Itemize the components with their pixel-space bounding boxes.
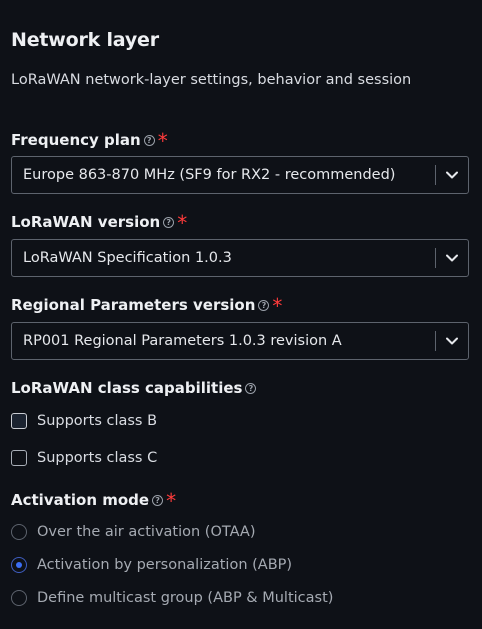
class-capabilities-label-text: LoRaWAN class capabilities [11, 379, 243, 397]
class-b-checkbox-row[interactable]: Supports class B [11, 413, 157, 429]
frequency-plan-label-text: Frequency plan [11, 131, 141, 149]
required-asterisk: * [166, 489, 177, 513]
frequency-plan-value: Europe 863-870 MHz (SF9 for RX2 - recomm… [23, 167, 396, 183]
multicast-label: Define multicast group (ABP & Multicast) [37, 590, 334, 606]
multicast-radio[interactable] [11, 590, 27, 606]
required-asterisk: * [272, 294, 283, 318]
chevron-down-icon[interactable] [436, 322, 468, 360]
help-icon[interactable]: ? [258, 299, 270, 311]
regional-params-select[interactable]: RP001 Regional Parameters 1.0.3 revision… [11, 322, 469, 360]
help-icon[interactable]: ? [245, 382, 257, 394]
class-b-checkbox[interactable] [11, 413, 27, 429]
lorawan-version-value: LoRaWAN Specification 1.0.3 [23, 250, 232, 266]
lorawan-version-label-text: LoRaWAN version [11, 213, 161, 231]
required-asterisk: * [177, 211, 188, 235]
abp-radio-row[interactable]: Activation by personalization (ABP) [11, 557, 292, 573]
class-c-label: Supports class C [37, 450, 158, 466]
frequency-plan-label: Frequency plan ? * [11, 129, 168, 153]
regional-params-value: RP001 Regional Parameters 1.0.3 revision… [23, 333, 342, 349]
abp-label: Activation by personalization (ABP) [37, 557, 293, 573]
regional-params-label: Regional Parameters version ? * [11, 294, 283, 318]
chevron-down-icon[interactable] [436, 239, 468, 277]
section-description: LoRaWAN network-layer settings, behavior… [11, 72, 412, 88]
help-icon[interactable]: ? [152, 494, 164, 506]
section-title: Network layer [11, 29, 159, 51]
otaa-label: Over the air activation (OTAA) [37, 524, 256, 540]
class-c-checkbox[interactable] [11, 450, 27, 466]
activation-mode-label-text: Activation mode [11, 491, 150, 509]
lorawan-version-select[interactable]: LoRaWAN Specification 1.0.3 [11, 239, 469, 277]
regional-params-label-text: Regional Parameters version [11, 296, 256, 314]
help-icon[interactable]: ? [143, 134, 155, 146]
class-c-checkbox-row[interactable]: Supports class C [11, 450, 157, 466]
chevron-down-icon[interactable] [436, 156, 468, 194]
multicast-radio-row[interactable]: Define multicast group (ABP & Multicast) [11, 590, 333, 606]
activation-mode-label: Activation mode ? * [11, 489, 177, 513]
class-b-label: Supports class B [37, 413, 158, 429]
help-icon[interactable]: ? [163, 216, 175, 228]
frequency-plan-select[interactable]: Europe 863-870 MHz (SF9 for RX2 - recomm… [11, 156, 469, 194]
lorawan-version-label: LoRaWAN version ? * [11, 211, 188, 235]
class-capabilities-label: LoRaWAN class capabilities ? [11, 379, 257, 397]
abp-radio[interactable] [11, 557, 27, 573]
otaa-radio[interactable] [11, 524, 27, 540]
required-asterisk: * [157, 129, 168, 153]
otaa-radio-row[interactable]: Over the air activation (OTAA) [11, 524, 256, 540]
